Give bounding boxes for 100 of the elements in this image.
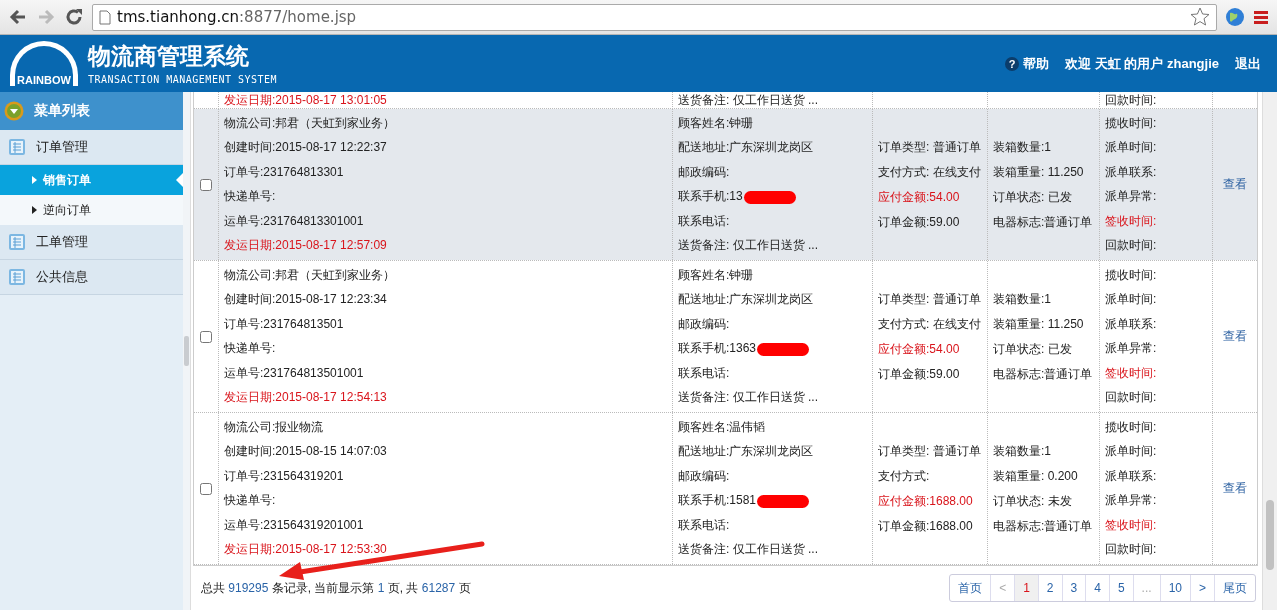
field-text: 联系电话: xyxy=(678,516,731,534)
field-text: 物流公司:邦君（天虹到家业务） xyxy=(224,266,397,284)
field-text: 装箱重量: 11.250 xyxy=(993,315,1085,333)
page-button[interactable]: 10 xyxy=(1159,575,1190,601)
page-button[interactable]: > xyxy=(1190,575,1214,601)
field-text: 联系手机:1363 xyxy=(678,341,757,356)
field-text: 订单状态: 未发 xyxy=(993,492,1073,510)
help-link[interactable]: 帮助 xyxy=(1023,54,1050,73)
row-checkbox[interactable] xyxy=(200,330,212,343)
field-text: 派单时间: xyxy=(1105,139,1158,157)
field-text: 物流公司:报业物流 xyxy=(224,418,325,436)
field-text: 快递单号: xyxy=(224,492,277,510)
field-text: 创建时间:2015-08-15 14:07:03 xyxy=(224,443,388,461)
page-button[interactable]: 1 xyxy=(1014,575,1038,601)
field-text: 快递单号: xyxy=(224,340,277,358)
collapse-icon[interactable] xyxy=(4,101,24,121)
field-text: 派单异常: xyxy=(1105,340,1158,358)
field-text: 订单类型: 普通订单 xyxy=(878,138,982,156)
field-text: 装箱重量: 0.200 xyxy=(993,467,1079,485)
address-field[interactable]: tms.tianhong.cn:8877/home.jsp xyxy=(92,3,1217,31)
view-link[interactable]: 查看 xyxy=(1223,480,1247,497)
redaction-mark xyxy=(757,494,810,508)
field-text: 签收时间: xyxy=(1105,516,1158,534)
redaction-mark xyxy=(757,342,810,356)
page-button[interactable]: 2 xyxy=(1037,575,1062,601)
reload-icon[interactable] xyxy=(64,7,84,27)
menu-group[interactable]: 工单管理 xyxy=(0,225,183,260)
page-button[interactable]: 3 xyxy=(1061,575,1086,601)
field-text: 发运日期:2015-08-17 12:54:13 xyxy=(224,389,388,407)
field-text: 订单状态: 已发 xyxy=(993,340,1073,358)
field-text: 派单时间: xyxy=(1105,443,1158,461)
field-text: 邮政编码: xyxy=(678,467,731,485)
view-link[interactable]: 查看 xyxy=(1223,176,1247,193)
globe-icon[interactable] xyxy=(1225,7,1245,27)
field-text: 装箱数量:1 xyxy=(993,290,1052,308)
help-icon[interactable]: ? xyxy=(1005,56,1020,71)
field-text: 配送地址:广东深圳龙岗区 xyxy=(678,291,815,309)
field-text: 派单联系: xyxy=(1105,163,1158,181)
scrollbar-thumb[interactable] xyxy=(1266,500,1274,570)
field-text: 配送地址:广东深圳龙岗区 xyxy=(678,139,815,157)
field-text: 运单号:231764813501001 xyxy=(224,364,365,382)
field-text: 支付方式: 在线支付 xyxy=(878,163,982,181)
field-text: 发运日期:2015-08-17 12:57:09 xyxy=(224,237,388,255)
field-text: 电器标志:普通订单 xyxy=(993,365,1094,383)
back-icon[interactable] xyxy=(8,7,28,27)
menu-item[interactable]: 逆向订单 xyxy=(0,195,183,225)
field-text: 物流公司:邦君（天虹到家业务） xyxy=(224,114,397,132)
field-text: 应付金额:54.00 xyxy=(878,340,961,358)
field-text: 送货备注: 仅工作日送货 ... xyxy=(678,541,819,559)
star-icon[interactable] xyxy=(1190,7,1210,27)
menu-group-label: 工单管理 xyxy=(36,233,88,251)
menu-group-label: 公共信息 xyxy=(36,268,88,286)
page-icon xyxy=(99,9,111,25)
field-text: 送货备注: 仅工作日送货 ... xyxy=(678,389,819,407)
field-text: 订单类型: 普通订单 xyxy=(878,442,982,460)
field-text: 派单时间: xyxy=(1105,291,1158,309)
field-text: 装箱数量:1 xyxy=(993,442,1052,460)
field-text: 订单号:231564319201 xyxy=(224,467,345,485)
page-button[interactable]: 首页 xyxy=(950,575,991,601)
menu-icon[interactable] xyxy=(1253,9,1269,25)
field-text: 顾客姓名:钟珊 xyxy=(678,114,755,132)
app-subtitle: TRANSACTION MANAGEMENT SYSTEM xyxy=(88,73,278,85)
list-icon xyxy=(8,138,26,156)
row-checkbox[interactable] xyxy=(200,482,212,495)
field-text: 送货备注: 仅工作日送货 ... xyxy=(678,237,819,255)
caret-icon xyxy=(32,206,37,214)
page-button[interactable]: 4 xyxy=(1085,575,1109,601)
splitter-handle[interactable] xyxy=(184,336,189,366)
page-button[interactable]: 5 xyxy=(1108,575,1133,601)
field-text: 快递单号: xyxy=(224,188,277,206)
field-text: 订单金额:59.00 xyxy=(878,365,961,383)
view-link[interactable]: 查看 xyxy=(1223,328,1247,345)
logout-link[interactable]: 退出 xyxy=(1235,54,1261,73)
field-text: 签收时间: xyxy=(1105,212,1158,230)
field-text: 电器标志:普通订单 xyxy=(993,213,1094,231)
field-text: 回款时间: xyxy=(1105,237,1158,255)
field-text: 揽收时间: xyxy=(1105,266,1158,284)
field-text: 订单金额:1688.00 xyxy=(878,517,974,535)
field-text: 顾客姓名:温伟韬 xyxy=(678,418,767,436)
logo-text: RAINBOW xyxy=(16,74,72,86)
field-text: 配送地址:广东深圳龙岗区 xyxy=(678,443,815,461)
row-checkbox[interactable] xyxy=(200,178,212,191)
field-text: 应付金额:1688.00 xyxy=(878,492,974,510)
field-text: 支付方式: 在线支付 xyxy=(878,315,982,333)
field-text: 回款时间: xyxy=(1105,92,1158,108)
field-text: 运单号:231764813301001 xyxy=(224,212,365,230)
list-icon xyxy=(8,233,26,251)
app-title: 物流商管理系统 xyxy=(88,42,250,70)
field-text: 创建时间:2015-08-17 12:22:37 xyxy=(224,139,388,157)
menu-group-label: 订单管理 xyxy=(36,138,88,156)
menu-group[interactable]: 公共信息 xyxy=(0,260,183,295)
menu-group[interactable]: 订单管理 xyxy=(0,130,183,165)
field-text: 揽收时间: xyxy=(1105,114,1158,132)
field-text: 回款时间: xyxy=(1105,541,1158,559)
field-text: 派单异常: xyxy=(1105,492,1158,510)
field-text: 联系电话: xyxy=(678,364,731,382)
field-text: 顾客姓名:钟珊 xyxy=(678,266,755,284)
page-button[interactable]: 尾页 xyxy=(1214,575,1255,601)
field-text: 联系电话: xyxy=(678,212,731,230)
field-text: 订单号:231764813501 xyxy=(224,315,345,333)
